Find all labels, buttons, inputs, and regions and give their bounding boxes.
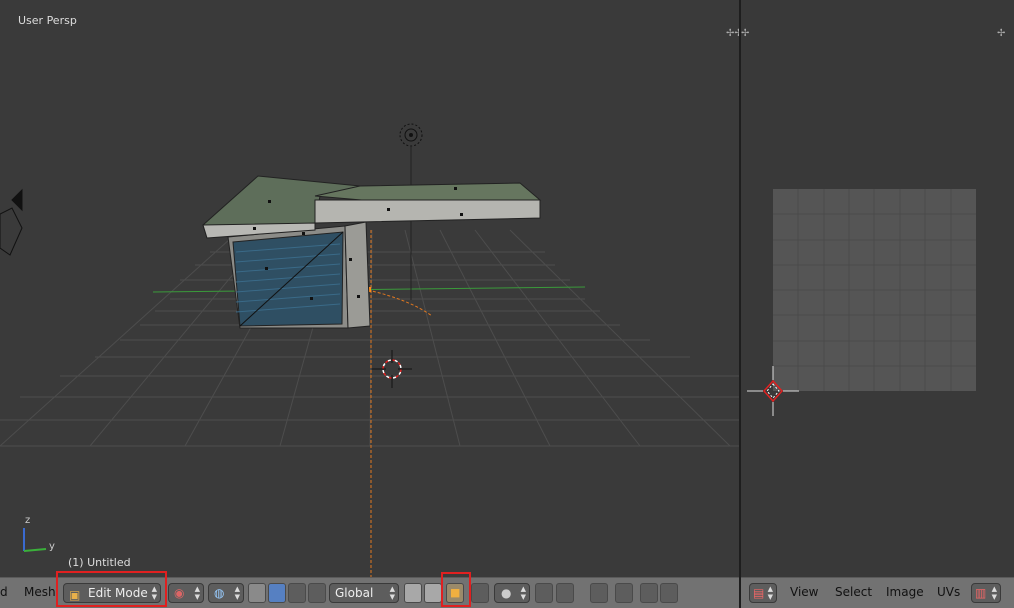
image-browse-dropdown[interactable]: ▥ ▲ ▼ (971, 583, 1001, 603)
uvs-menu[interactable]: UVs (937, 585, 960, 599)
axis-gizmo-icon (23, 528, 47, 552)
snap-mode-button[interactable] (556, 583, 574, 603)
select-menu[interactable]: Select (835, 585, 872, 599)
film-render-button[interactable] (660, 583, 678, 603)
shading-dropdown[interactable]: ◉ ▲ ▼ (168, 583, 204, 603)
layer-button[interactable] (404, 583, 422, 603)
object-label: (1) Untitled (68, 556, 131, 569)
camera-render-button[interactable] (640, 583, 658, 603)
highlight-box (56, 571, 167, 607)
axis-z-label: z (25, 515, 31, 526)
corner-split-icon[interactable]: ✢ (997, 28, 1005, 39)
corner-split-icon[interactable]: ✢✢ (726, 28, 739, 39)
updown-arrows-icon: ▲ ▼ (389, 585, 395, 601)
3d-cursor-icon (372, 350, 412, 388)
corner-split-icon[interactable]: ✢ (741, 28, 749, 39)
proportional-edit-button[interactable] (471, 583, 489, 603)
updown-arrows-icon: ▲ ▼ (520, 585, 526, 601)
image-icon: ▥ (975, 586, 987, 600)
viewport-scene[interactable] (0, 0, 739, 577)
falloff-icon: ● (501, 586, 512, 600)
render-button[interactable] (590, 583, 608, 603)
blender-uv-editor-icon: ▤ (753, 586, 765, 600)
uv-editor[interactable]: ✢ ✢ (741, 0, 1014, 577)
image-menu[interactable]: Image (886, 585, 924, 599)
updown-arrows-icon: ▲ ▼ (234, 585, 240, 601)
rotate-manipulator-button[interactable] (288, 583, 306, 603)
pivot-icon: ◍ (214, 586, 225, 600)
manipulator-toggle-button[interactable] (248, 583, 266, 603)
ogl-render-button[interactable] (615, 583, 633, 603)
pivot-dropdown[interactable]: ◍ ▲ ▼ (208, 583, 244, 603)
view-menu[interactable]: View (790, 585, 818, 599)
uv-canvas[interactable] (741, 0, 1014, 577)
orange-arc (367, 289, 433, 317)
view-label: User Persp (18, 14, 77, 27)
editor-type-dropdown[interactable]: ▤ ▲ ▼ (749, 583, 777, 603)
mesh-menu[interactable]: Mesh (24, 585, 56, 599)
3d-viewport[interactable]: User Persp (1) Untitled z y ✢✢ (0, 0, 739, 577)
translate-manipulator-button[interactable] (268, 583, 286, 603)
layer-button[interactable] (424, 583, 442, 603)
orientation-dropdown[interactable]: Global ▲ ▼ (329, 583, 399, 603)
updown-arrows-icon: ▲ ▼ (991, 585, 997, 601)
falloff-dropdown[interactable]: ● ▲ ▼ (494, 583, 530, 603)
axis-y-label: y (49, 541, 55, 552)
shading-sphere-icon: ◉ (174, 586, 185, 600)
camera-icon (0, 188, 23, 256)
orientation-label: Global (335, 586, 374, 600)
highlight-box (441, 572, 471, 607)
magnet-icon[interactable] (535, 583, 553, 603)
floor-grid (0, 229, 739, 447)
updown-arrows-icon: ▲ ▼ (194, 585, 200, 601)
menu-partial[interactable]: d (0, 585, 8, 599)
viewport-header: d Mesh ▣ Edit Mode ▲ ▼ ◉ ▲ ▼ ◍ ▲ ▼ Global ▲… (0, 571, 739, 608)
scale-manipulator-button[interactable] (308, 583, 326, 603)
uv-header: ▤ ▲ ▼ View Select Image UVs ▥ ▲ ▼ (741, 577, 1014, 608)
updown-arrows-icon: ▲ ▼ (767, 585, 773, 601)
